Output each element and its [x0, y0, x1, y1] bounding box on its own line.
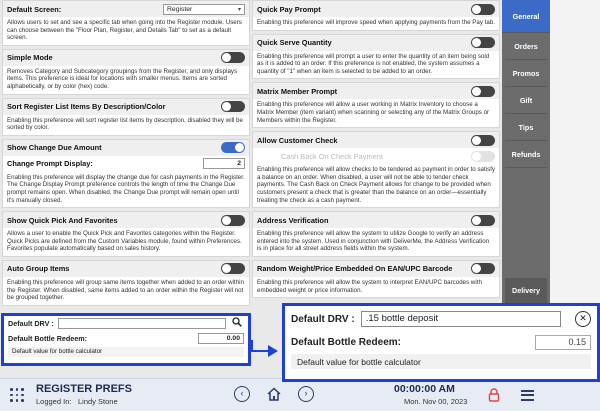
- page-title: REGISTER PREFS: [36, 383, 132, 395]
- logged-in-label: Logged In:: [36, 397, 72, 406]
- nav-item-delivery[interactable]: Delivery: [505, 278, 547, 305]
- preference-toggle[interactable]: [471, 3, 495, 15]
- preference-title: Random Weight/Price Embedded On EAN/UPC …: [257, 264, 453, 274]
- chevron-down-icon: ▾: [237, 6, 241, 13]
- default-drv-input[interactable]: [57, 318, 226, 329]
- bottle-settings-section: Default DRV : Default Bottle Redeem: 0.0…: [1, 313, 251, 366]
- preference-sub-title: Change Prompt Display:: [7, 159, 93, 169]
- callout-arrow: [251, 340, 269, 353]
- preference-toggle[interactable]: [221, 214, 245, 226]
- callout-arrow-head: [268, 345, 278, 357]
- preference-card: Sort Register List Items By Description/…: [2, 97, 250, 136]
- preference-toggle[interactable]: [471, 85, 495, 97]
- default-screen-select[interactable]: Register ▾: [163, 3, 245, 15]
- zoom-default-drv-input[interactable]: .15 bottle deposit: [360, 311, 561, 327]
- right-column: Quick Pay Prompt Enabling this preference…: [252, 0, 500, 301]
- preference-title: Allow Customer Check: [257, 135, 338, 145]
- preference-card: Matrix Member Prompt Enabling this prefer…: [252, 82, 500, 129]
- preference-description: Allows a user to enable the Quick Pick a…: [7, 230, 242, 253]
- default-bottle-redeem-input[interactable]: 0.00: [198, 333, 244, 344]
- default-drv-label: Default DRV :: [8, 319, 54, 328]
- preference-toggle[interactable]: [471, 214, 495, 226]
- preference-title: Auto Group Items: [7, 264, 70, 274]
- default-bottle-redeem-label: Default Bottle Redeem:: [8, 334, 88, 343]
- zoom-default-drv-label: Default DRV :: [291, 313, 355, 325]
- lock-icon[interactable]: [488, 388, 500, 402]
- preference-card: Address Verification Enabling this prefer…: [252, 211, 500, 257]
- preference-title: Matrix Member Prompt: [257, 86, 338, 96]
- zoom-default-bottle-redeem-label: Default Bottle Redeem:: [291, 336, 402, 348]
- nav-item-general[interactable]: General: [502, 0, 550, 33]
- preference-description: Enabling this preference will allow the …: [257, 278, 482, 294]
- preference-card: Quick Pay Prompt Enabling this preference…: [252, 0, 500, 31]
- preference-toggle[interactable]: [221, 52, 245, 64]
- preference-title: Simple Mode: [7, 53, 53, 63]
- bottle-calculator-note: Default value for bottle calculator: [8, 347, 244, 357]
- preference-description: Allows users to set and see a specific t…: [7, 19, 242, 42]
- bottle-settings-zoom: Default DRV : .15 bottle deposit ✕ Defau…: [282, 303, 600, 382]
- preference-description: Removes Category and Subcategory groupin…: [7, 67, 238, 90]
- grid-menu-icon[interactable]: [10, 388, 24, 402]
- cash-back-toggle[interactable]: [471, 150, 495, 162]
- zoom-bottle-calculator-note: Default value for bottle calculator: [291, 354, 591, 369]
- preference-sub-title: Cash Back On Check Payment: [281, 151, 383, 161]
- preference-card: Quick Serve Quantity Enabling this prefer…: [252, 33, 500, 80]
- hamburger-icon[interactable]: [521, 390, 534, 401]
- preference-title: Quick Pay Prompt: [257, 4, 321, 14]
- zoom-default-bottle-redeem-input[interactable]: 0.15: [535, 334, 591, 350]
- preference-description: Enabling this preference will prompt a u…: [257, 52, 490, 75]
- forward-icon[interactable]: ›: [298, 386, 314, 402]
- preference-card: Random Weight/Price Embedded On EAN/UPC …: [252, 259, 500, 299]
- nav-item-refunds[interactable]: Refunds: [505, 141, 547, 168]
- clock-time: 00:00:00 AM: [394, 383, 455, 395]
- preference-title: Show Change Due Amount: [7, 143, 102, 153]
- preference-toggle[interactable]: [221, 101, 245, 113]
- select-value: Register: [167, 5, 193, 13]
- home-icon[interactable]: [266, 386, 282, 402]
- nav-item-promos[interactable]: Promos: [505, 60, 547, 87]
- footer-bar: REGISTER PREFS Logged In: Lindy Stone ‹ …: [0, 378, 600, 411]
- preference-description: Enabling this preference will allow chec…: [257, 166, 496, 204]
- logged-in-user: Lindy Stone: [78, 397, 118, 406]
- preference-card: Default Screen: Register ▾ Allows users to …: [2, 0, 250, 46]
- preference-description: Enabling this preference will allow the …: [257, 230, 490, 253]
- nav-item-tips[interactable]: Tips: [505, 114, 547, 141]
- search-icon[interactable]: [230, 317, 244, 330]
- preference-title: Show Quick Pick And Favorites: [7, 215, 118, 225]
- preference-card: Show Change Due Amount Change Prompt Disp…: [2, 138, 250, 209]
- back-icon[interactable]: ‹: [234, 386, 250, 402]
- clock-date: Mon. Nov 00, 2023: [404, 397, 468, 406]
- left-column: Default Screen: Register ▾ Allows users to …: [2, 0, 250, 309]
- preference-toggle[interactable]: [221, 263, 245, 275]
- preference-toggle[interactable]: [471, 263, 495, 275]
- preference-description: Enabling this preference will display th…: [7, 173, 245, 204]
- preference-card: Simple Mode Removes Category and Subcateg…: [2, 48, 250, 95]
- nav-item-gift[interactable]: Gift: [505, 87, 547, 114]
- preference-toggle[interactable]: [471, 134, 495, 146]
- preference-title: Address Verification: [257, 215, 329, 225]
- preference-description: Enabling this preference will improve sp…: [257, 19, 496, 26]
- preference-description: Enabling this preference will sort regis…: [7, 116, 243, 132]
- preference-card: Auto Group Items Enabling this preference…: [2, 259, 250, 306]
- preference-card: Allow Customer Check Cash Back On Check P…: [252, 131, 500, 209]
- preference-toggle[interactable]: [471, 37, 495, 49]
- change-prompt-display-input[interactable]: 2: [203, 158, 245, 170]
- nav-item-orders[interactable]: Orders: [505, 33, 547, 60]
- preference-description: Enabling this preference will allow a us…: [257, 101, 490, 124]
- preference-title: Sort Register List Items By Description/…: [7, 102, 166, 112]
- preference-title: Default Screen:: [7, 4, 62, 14]
- preference-title: Quick Serve Quantity: [257, 38, 332, 48]
- preference-card: Show Quick Pick And Favorites Allows a us…: [2, 211, 250, 257]
- clear-icon[interactable]: ✕: [575, 311, 591, 327]
- preference-description: Enabling this preference will group same…: [7, 278, 244, 302]
- preference-toggle[interactable]: [221, 142, 245, 154]
